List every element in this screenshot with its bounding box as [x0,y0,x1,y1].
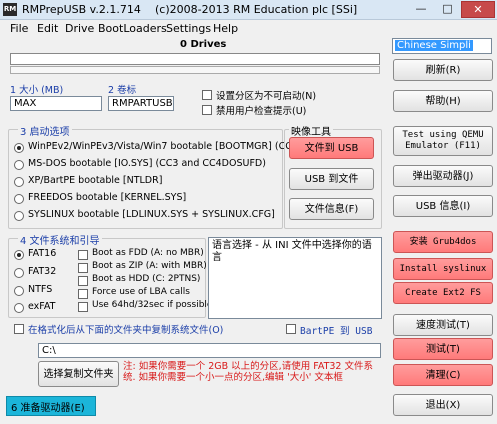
boot-fdd-label: Boot as FDD (A: no MBR) [92,248,204,258]
boot-hdd-label: Boot as HDD (C: 2PTNS) [92,274,201,284]
copy-path-input[interactable]: C:\ [38,343,381,358]
note-text: 注: 如果你需要一个 2GB 以上的分区,请使用 FAT32 文件系统. 如果你… [123,361,373,383]
no-prompt-label: 禁用用户检查提示(U) [216,106,307,117]
boot-hdd-checkbox[interactable] [78,276,88,286]
drive-list[interactable] [10,53,380,65]
use-64hd-label: Use 64hd/32sec if possible [92,300,213,310]
boot-radio-winpe[interactable] [14,143,24,153]
language-selected-value: Chinese Simpli [395,40,473,51]
boot-fdd-checkbox[interactable] [78,250,88,260]
test-button[interactable]: 测试(T) [393,338,493,360]
boot-zip-checkbox[interactable] [78,263,88,273]
fs-label-fat32: FAT32 [28,266,57,277]
clean-button[interactable]: 清理(C) [393,364,493,386]
fs-radio-fat16[interactable] [14,250,24,260]
boot-label-winpe: WinPEv2/WinPEv3/Vista/Win7 bootable [BOO… [28,141,302,152]
menu-drive[interactable]: Drive [65,22,94,35]
boot-options-label: 3 启动选项 [18,123,72,138]
boot-label-xp: XP/BartPE bootable [NTLDR] [28,175,163,186]
menu-edit[interactable]: Edit [37,22,58,35]
boot-radio-syslinux[interactable] [14,211,24,221]
menu-file[interactable]: File [10,22,28,35]
menu-settings[interactable]: Settings [166,22,211,35]
volume-input[interactable]: RMPARTUSB [108,96,174,111]
menu-bootloaders[interactable]: BootLoaders [98,22,167,35]
boot-radio-freedos[interactable] [14,194,24,204]
install-syslinux-button[interactable]: Install syslinux [393,258,493,280]
drives-count: 0 Drives [180,39,227,50]
no-prompt-checkbox[interactable] [202,105,212,115]
filesystem-label: 4 文件系统和引导 [18,232,102,247]
fs-radio-exfat[interactable] [14,303,24,313]
usb-to-file-button[interactable]: USB 到文件 [289,168,374,190]
fs-label-ntfs: NTFS [28,284,53,295]
boot-label-freedos: FREEDOS bootable [KERNEL.SYS] [28,192,187,203]
close-icon[interactable]: ✕ [461,1,495,18]
app-logo-icon: RM [3,3,17,16]
volume-label: 2 卷标 [108,85,137,96]
install-grub4dos-button[interactable]: 安装 Grub4dos [393,231,493,253]
force-lba-checkbox[interactable] [78,289,88,299]
language-select[interactable]: Chinese Simpli [392,38,492,54]
bartpe-checkbox[interactable] [286,324,296,334]
boot-radio-msdos[interactable] [14,160,24,170]
speed-test-button[interactable]: 速度测试(T) [393,314,493,336]
select-folder-button[interactable]: 选择复制文件夹 [38,361,119,387]
prepare-drive-label: 6 准备驱动器(E) [11,402,85,414]
exit-button[interactable]: 退出(X) [393,394,493,416]
window-copyright: (c)2008-2013 RM Education plc [SSi] [155,3,358,16]
fs-radio-fat32[interactable] [14,268,24,278]
fs-radio-ntfs[interactable] [14,286,24,296]
use-64hd-checkbox[interactable] [78,302,88,312]
size-label: 1 大小 (MB) [10,85,64,96]
copy-files-label: 在格式化后从下面的文件夹中复制系统文件(O) [28,325,224,336]
force-lba-label: Force use of LBA calls [92,287,190,297]
eject-drive-button[interactable]: 弹出驱动器(J) [393,165,493,187]
no-boot-label: 设置分区为不可启动(N) [216,91,317,102]
bartpe-label: BartPE 到 USB [300,326,373,337]
fs-label-fat16: FAT16 [28,248,57,259]
fs-label-exfat: exFAT [28,301,56,312]
refresh-button[interactable]: 刷新(R) [393,59,493,81]
info-textbox[interactable]: 语言选择 - 从 INI 文件中选择你的语言 [208,237,382,319]
create-ext2-button[interactable]: Create Ext2 FS [393,282,493,304]
boot-label-msdos: MS-DOS bootable [IO.SYS] (CC3 and CC4DOS… [28,158,266,169]
help-button[interactable]: 帮助(H) [393,90,493,112]
file-to-usb-button[interactable]: 文件到 USB [289,137,374,159]
boot-radio-xp[interactable] [14,177,24,187]
drive-scroll[interactable] [10,66,380,74]
maximize-icon[interactable]: □ [435,1,460,18]
prepare-drive-button[interactable]: 6 准备驱动器(E) [6,396,96,416]
usb-info-button[interactable]: USB 信息(I) [393,195,493,217]
size-input[interactable]: MAX [10,96,102,111]
window-title: RMPrepUSB v.2.1.714 [22,3,141,16]
menu-help[interactable]: Help [213,22,238,35]
no-boot-checkbox[interactable] [202,90,212,100]
test-qemu-button[interactable]: Test using QEMU Emulator (F11) [393,126,493,156]
boot-zip-label: Boot as ZIP (A: with MBR) [92,261,207,271]
file-info-button[interactable]: 文件信息(F) [289,198,374,220]
image-tools-label: 映像工具 [289,123,333,138]
boot-label-syslinux: SYSLINUX bootable [LDLINUX.SYS + SYSLINU… [28,209,275,220]
copy-files-checkbox[interactable] [14,324,24,334]
minimize-icon[interactable]: — [408,1,434,18]
